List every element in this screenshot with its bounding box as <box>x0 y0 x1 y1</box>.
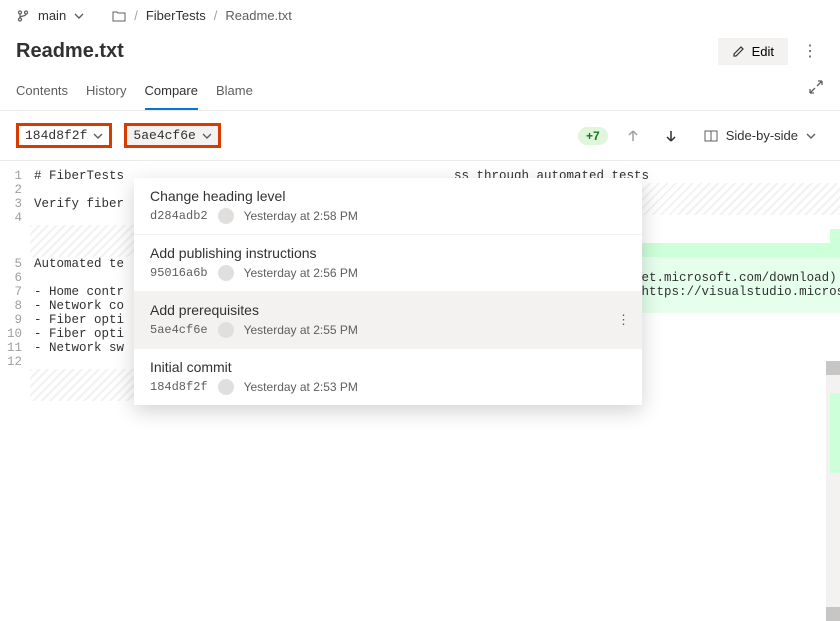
commit-hash: 184d8f2f <box>150 380 208 394</box>
branch-icon <box>16 9 30 23</box>
commit-time: Yesterday at 2:53 PM <box>244 380 358 394</box>
left-commit-hash: 184d8f2f <box>25 128 87 143</box>
commit-option[interactable]: Change heading level d284adb2 Yesterday … <box>134 178 642 235</box>
right-commit-hash: 5ae4cf6e <box>133 128 195 143</box>
diff-marker <box>830 229 840 247</box>
commit-hash: 95016a6b <box>150 266 208 280</box>
folder-icon <box>112 9 126 23</box>
commit-option[interactable]: Initial commit 184d8f2f Yesterday at 2:5… <box>134 349 642 405</box>
breadcrumb-file[interactable]: Readme.txt <box>225 8 291 23</box>
view-mode-dropdown[interactable]: Side-by-side <box>696 124 824 147</box>
scrollbar-thumb[interactable] <box>826 361 840 375</box>
commit-title: Add prerequisites <box>150 302 626 318</box>
commit-hash: d284adb2 <box>150 209 208 223</box>
right-commit-dropdown[interactable]: 5ae4cf6e <box>124 123 220 148</box>
more-button[interactable]: ⋮ <box>796 35 824 67</box>
commit-title: Add publishing instructions <box>150 245 626 261</box>
commit-title: Initial commit <box>150 359 626 375</box>
prev-diff-button[interactable] <box>620 125 646 147</box>
avatar <box>218 379 234 395</box>
diff-count-badge: +7 <box>578 127 608 145</box>
chevron-down-icon <box>806 131 816 141</box>
branch-name[interactable]: main <box>38 8 66 23</box>
commit-time: Yesterday at 2:56 PM <box>244 266 358 280</box>
commit-time: Yesterday at 2:58 PM <box>244 209 358 223</box>
avatar <box>218 208 234 224</box>
layout-icon <box>704 129 718 143</box>
breadcrumb-folder[interactable]: FiberTests <box>146 8 206 23</box>
file-tabs: Contents History Compare Blame <box>0 75 840 111</box>
breadcrumb: main / FiberTests / Readme.txt <box>0 0 840 31</box>
avatar <box>218 265 234 281</box>
page-title: Readme.txt <box>16 40 124 63</box>
avatar <box>218 322 234 338</box>
edit-label: Edit <box>752 44 774 59</box>
commit-time: Yesterday at 2:55 PM <box>244 323 358 337</box>
expand-icon[interactable] <box>808 79 824 95</box>
compare-toolbar: 184d8f2f 5ae4cf6e +7 Side-by-side <box>0 111 840 161</box>
left-commit-dropdown[interactable]: 184d8f2f <box>16 123 112 148</box>
chevron-down-icon <box>202 131 212 141</box>
tab-compare[interactable]: Compare <box>145 75 198 110</box>
chevron-down-icon[interactable] <box>74 11 84 21</box>
tab-history[interactable]: History <box>86 75 126 110</box>
view-mode-label: Side-by-side <box>726 128 798 143</box>
scrollbar-thumb[interactable] <box>826 607 840 621</box>
commit-option[interactable]: Add prerequisites 5ae4cf6e Yesterday at … <box>134 292 642 349</box>
diff-marker <box>830 393 840 473</box>
commit-title: Change heading level <box>150 188 626 204</box>
tab-blame[interactable]: Blame <box>216 75 253 110</box>
chevron-down-icon <box>93 131 103 141</box>
more-icon[interactable]: ⋮ <box>617 312 630 328</box>
next-diff-button[interactable] <box>658 125 684 147</box>
edit-button[interactable]: Edit <box>718 38 788 65</box>
tab-contents[interactable]: Contents <box>16 75 68 110</box>
commit-option[interactable]: Add publishing instructions 95016a6b Yes… <box>134 235 642 292</box>
commit-picker-dropdown: Change heading level d284adb2 Yesterday … <box>134 178 642 405</box>
commit-hash: 5ae4cf6e <box>150 323 208 337</box>
pencil-icon <box>732 44 746 58</box>
